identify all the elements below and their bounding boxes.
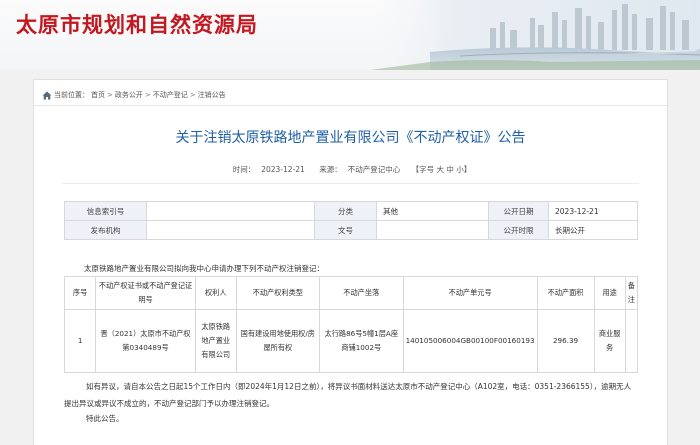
table-cell: 1	[63, 309, 97, 373]
breadcrumb-separator: >	[107, 91, 113, 99]
table-cell	[624, 309, 639, 373]
registration-table: 序号 不动产权证书或不动产登记证明号 权利人 不动产权利类型 不动产坐落 不动产…	[63, 276, 639, 373]
info-label: 公开日期	[488, 201, 549, 221]
article-source: 不动产登记中心	[347, 165, 401, 174]
table-cell: 140105006004GB00100F00160193	[402, 309, 538, 373]
city-skyline-banner	[370, 0, 700, 70]
breadcrumb-cancel-notice[interactable]: 注销公告	[198, 90, 226, 100]
table-cell: 太原铁路地产置业有限公司	[194, 309, 237, 373]
breadcrumb-separator: >	[189, 91, 196, 99]
site-title[interactable]: 太原市规划和自然资源局	[16, 9, 258, 39]
info-value: 长期公开	[548, 220, 638, 240]
breadcrumb-registration[interactable]: 不动产登记	[153, 90, 188, 100]
info-table: 信息索引号 分类 其他 公开日期 2023-12-21 发布机构 文号 公开时限…	[64, 201, 638, 240]
publish-time: 2023-12-21	[261, 165, 305, 174]
table-row: 发布机构 文号 公开时限 长期公开	[64, 220, 638, 240]
info-value: 其他	[376, 201, 489, 221]
closing-text: 特此公告。	[86, 414, 124, 423]
breadcrumb-gov-affairs[interactable]: 政务公开	[115, 90, 143, 100]
notice-paragraph: 如有异议，请自本公告之日起15个工作日内（即2024年1月12日之前），将异议书…	[64, 382, 632, 408]
column-header: 备注	[624, 276, 639, 310]
info-label: 发布机构	[64, 220, 147, 240]
column-header: 不动产面积	[536, 276, 595, 310]
info-value	[146, 220, 315, 240]
table-cell: 296.39	[536, 309, 595, 373]
column-header: 序号	[63, 276, 97, 310]
info-label: 信息索引号	[64, 201, 147, 221]
time-label: 时间：	[232, 165, 256, 174]
table-cell: 商业服务	[593, 309, 626, 373]
column-header: 权利人	[194, 276, 237, 310]
font-size-switch[interactable]: 【字号 大 中 小】	[412, 165, 472, 174]
article-title: 关于注销太原铁路地产置业有限公司《不动产权证》公告	[175, 130, 526, 146]
column-header: 不动产单元号	[402, 276, 538, 310]
table-cell: 晋（2021）太原市不动产权第0340489号	[95, 309, 196, 373]
info-value	[146, 201, 315, 221]
home-icon	[42, 91, 52, 99]
breadcrumb: 当前位置： 首页 > 政务公开 > 不动产登记 > 注销公告	[42, 90, 226, 100]
info-label: 分类	[314, 201, 377, 221]
info-label: 公开时限	[488, 220, 549, 240]
divider	[34, 105, 667, 106]
info-label: 文号	[314, 220, 377, 240]
column-header: 不动产坐落	[318, 276, 404, 310]
intro-text: 太原铁路地产置业有限公司拟向我中心申请办理下列不动产权注销登记：	[84, 264, 324, 273]
breadcrumb-prefix: 当前位置：	[54, 91, 89, 99]
source-label: 来源：	[319, 165, 342, 174]
table-row: 信息索引号 分类 其他 公开日期 2023-12-21	[64, 201, 638, 221]
table-row: 1 晋（2021）太原市不动产权第0340489号 太原铁路地产置业有限公司 国…	[63, 309, 639, 373]
table-cell: 太行路86号5幢1层A座商铺1002号	[318, 309, 404, 373]
column-header: 不动产权证书或不动产登记证明号	[95, 276, 196, 310]
divider	[62, 183, 639, 184]
table-cell: 国有建设用地使用权/房屋所有权	[235, 309, 320, 373]
info-value: 2023-12-21	[548, 201, 638, 221]
site-header: 太原市规划和自然资源局	[0, 0, 700, 70]
info-value	[376, 220, 489, 240]
article-meta: 时间： 2023-12-21 来源： 不动产登记中心 【字号 大 中 小】	[34, 164, 667, 175]
content-panel: 当前位置： 首页 > 政务公开 > 不动产登记 > 注销公告 关于注销太原铁路地…	[33, 79, 668, 445]
column-header: 不动产权利类型	[235, 276, 320, 310]
breadcrumb-separator: >	[144, 91, 151, 99]
table-header-row: 序号 不动产权证书或不动产登记证明号 权利人 不动产权利类型 不动产坐落 不动产…	[63, 276, 639, 310]
column-header: 用途	[593, 276, 626, 310]
breadcrumb-home[interactable]: 首页	[91, 90, 105, 100]
